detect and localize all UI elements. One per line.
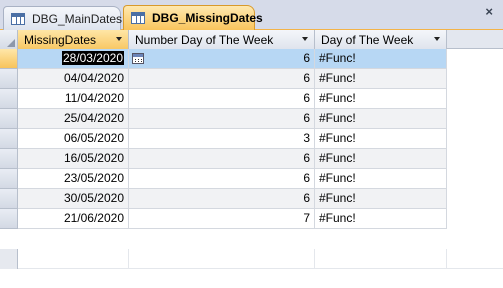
cell-value: 6	[303, 171, 310, 185]
chevron-down-icon[interactable]	[116, 37, 122, 41]
table-row[interactable]: 21/06/2020 7 #Func!	[0, 209, 447, 229]
cell-missingdates[interactable]: 25/04/2020	[18, 109, 129, 129]
row-selector[interactable]	[0, 189, 18, 209]
table-row[interactable]: 28/03/2020 6 #Func!	[0, 49, 447, 69]
document-tab-strip: DBG_MainDates DBG_MissingDates ×	[0, 0, 503, 30]
table-cell[interactable]	[18, 249, 129, 269]
column-header-label: MissingDates	[24, 32, 97, 47]
cell-missingdates[interactable]: 23/05/2020	[18, 169, 129, 189]
cell-day-of-week[interactable]: #Func!	[315, 189, 447, 209]
cell-value: 6	[303, 51, 310, 65]
new-record-row[interactable]	[0, 249, 503, 269]
cell-missingdates[interactable]: 30/05/2020	[18, 189, 129, 209]
table-cell[interactable]	[315, 249, 447, 269]
cell-number-day-of-week[interactable]: 6	[129, 49, 315, 69]
cell-missingdates[interactable]: 06/05/2020	[18, 129, 129, 149]
tab-label: DBG_MainDates	[32, 11, 123, 26]
column-header-day-of-week[interactable]: Day of The Week	[315, 30, 447, 49]
cell-day-of-week[interactable]: #Func!	[315, 149, 447, 169]
tab-dbg-maindates[interactable]: DBG_MainDates	[3, 6, 123, 30]
cell-missingdates[interactable]: 28/03/2020	[18, 49, 129, 69]
cell-value: 6	[303, 111, 310, 125]
cell-value-selected: 28/03/2020	[61, 51, 124, 65]
chevron-down-icon[interactable]	[434, 37, 440, 41]
column-header-label: Day of The Week	[321, 32, 414, 47]
cell-number-day-of-week[interactable]: 6	[129, 109, 315, 129]
datasheet-grid: MissingDates Number Day of The Week Day …	[0, 30, 503, 288]
table-icon	[11, 12, 25, 25]
cell-day-of-week[interactable]: #Func!	[315, 129, 447, 149]
row-selector[interactable]	[0, 169, 18, 189]
cell-number-day-of-week[interactable]: 6	[129, 189, 315, 209]
cell-day-of-week[interactable]: #Func!	[315, 109, 447, 129]
close-icon[interactable]: ×	[485, 4, 493, 19]
cell-number-day-of-week[interactable]: 6	[129, 169, 315, 189]
column-header-missingdates[interactable]: MissingDates	[18, 30, 129, 49]
calendar-icon[interactable]	[132, 53, 144, 64]
table-row[interactable]: 11/04/2020 6 #Func!	[0, 89, 447, 109]
cell-value: 6	[303, 71, 310, 85]
cell-missingdates[interactable]: 16/05/2020	[18, 149, 129, 169]
cell-number-day-of-week[interactable]: 6	[129, 89, 315, 109]
select-all-button[interactable]	[0, 30, 18, 49]
row-selector[interactable]	[0, 209, 18, 229]
cell-value: 3	[303, 131, 310, 145]
column-header-number-day-of-week[interactable]: Number Day of The Week	[129, 30, 315, 49]
cell-day-of-week[interactable]: #Func!	[315, 49, 447, 69]
cell-number-day-of-week[interactable]: 6	[129, 69, 315, 89]
row-selector[interactable]	[0, 69, 18, 89]
cell-day-of-week[interactable]: #Func!	[315, 169, 447, 189]
cell-day-of-week[interactable]: #Func!	[315, 69, 447, 89]
row-selector[interactable]	[0, 149, 18, 169]
cell-day-of-week[interactable]: #Func!	[315, 209, 447, 229]
table-row[interactable]: 25/04/2020 6 #Func!	[0, 109, 447, 129]
cell-value: 6	[303, 151, 310, 165]
table-icon	[131, 12, 145, 24]
cell-value: 6	[303, 91, 310, 105]
table-row[interactable]: 06/05/2020 3 #Func!	[0, 129, 447, 149]
cell-value: 6	[303, 191, 310, 205]
row-selector[interactable]	[0, 109, 18, 129]
cell-day-of-week[interactable]: #Func!	[315, 89, 447, 109]
cell-value: 7	[303, 211, 310, 225]
table-row[interactable]: 30/05/2020 6 #Func!	[0, 189, 447, 209]
row-selector[interactable]	[0, 49, 18, 69]
cell-number-day-of-week[interactable]: 6	[129, 149, 315, 169]
tab-label: DBG_MissingDates	[152, 11, 263, 25]
cell-missingdates[interactable]: 04/04/2020	[18, 69, 129, 89]
row-selector[interactable]	[0, 249, 18, 269]
cell-missingdates[interactable]: 21/06/2020	[18, 209, 129, 229]
cell-number-day-of-week[interactable]: 7	[129, 209, 315, 229]
cell-missingdates[interactable]: 11/04/2020	[18, 89, 129, 109]
table-row[interactable]: 23/05/2020 6 #Func!	[0, 169, 447, 189]
tab-dbg-missingdates[interactable]: DBG_MissingDates	[123, 5, 263, 30]
column-header-row: MissingDates Number Day of The Week Day …	[0, 30, 503, 49]
chevron-down-icon[interactable]	[302, 37, 308, 41]
table-cell[interactable]	[129, 249, 315, 269]
row-selector[interactable]	[0, 129, 18, 149]
row-selector[interactable]	[0, 89, 18, 109]
table-row[interactable]: 16/05/2020 6 #Func!	[0, 149, 447, 169]
cell-number-day-of-week[interactable]: 3	[129, 129, 315, 149]
table-row[interactable]: 04/04/2020 6 #Func!	[0, 69, 447, 89]
column-header-label: Number Day of The Week	[135, 32, 274, 47]
